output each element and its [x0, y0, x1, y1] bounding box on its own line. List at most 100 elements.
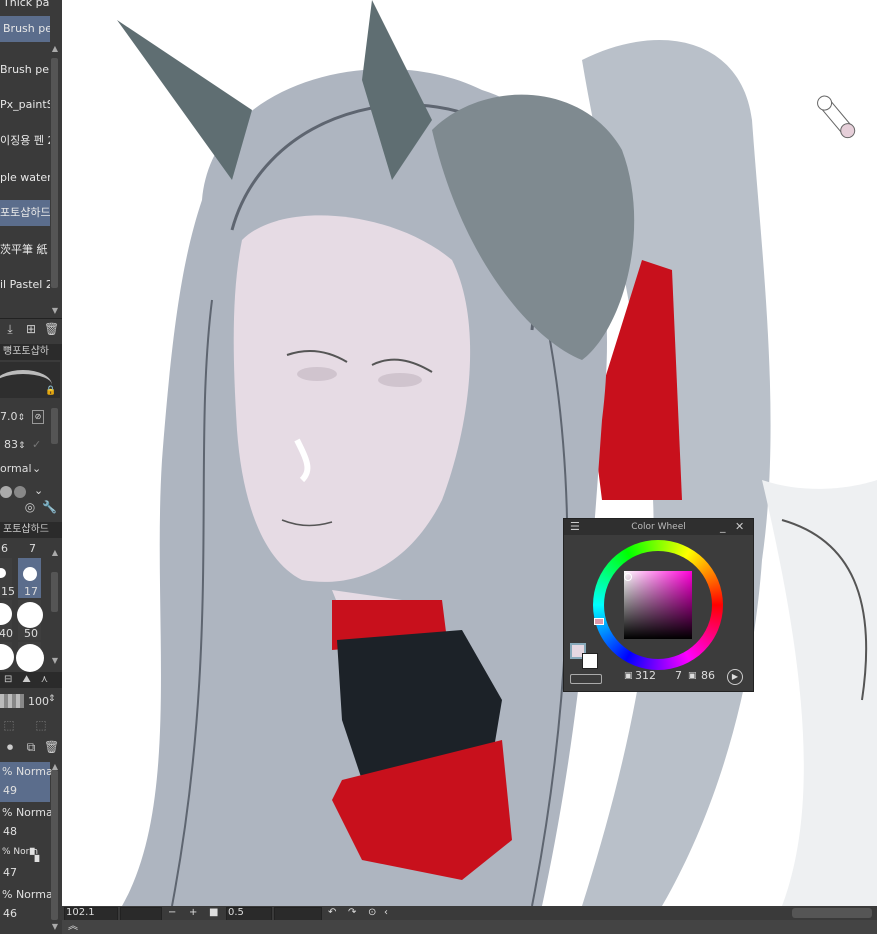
layer-blend-mode: % Normal	[2, 888, 56, 901]
saturation-value[interactable]: 7	[675, 669, 682, 683]
duplicate-icon[interactable]: ⤓	[3, 322, 17, 336]
sub-tool-scrollbar[interactable]	[51, 58, 58, 288]
layer-blend-mode: % Normal	[2, 765, 56, 778]
size-cell-17[interactable]: 17	[18, 558, 41, 598]
color-picker-marker[interactable]	[624, 573, 632, 581]
sub-tool-brush-pen-selected[interactable]: Brush pen	[0, 16, 50, 42]
layer-row[interactable]: % Normal 49	[0, 762, 56, 802]
layer-blend-mode: % Normal	[2, 806, 56, 819]
new-layer-icon[interactable]: ⏺	[3, 740, 17, 754]
layer-options-row: ⬚ ⬚	[0, 716, 60, 734]
lock-icon[interactable]: 🔒	[44, 384, 58, 398]
brush-size-value[interactable]: 7.0	[0, 410, 18, 423]
zoom-value[interactable]: 102.1	[66, 906, 95, 920]
sub-tool-px-paint[interactable]: Px_paintS	[0, 92, 50, 118]
sub-tool-label: 이징용 펜 2	[0, 134, 50, 147]
size-header-row: 6 7	[0, 542, 48, 558]
settings-icon[interactable]: ◎	[23, 500, 37, 514]
drawing-canvas[interactable]	[62, 0, 877, 906]
menu-icon[interactable]: ☰	[570, 519, 580, 535]
sub-tool-label: il Pastel 2	[0, 278, 50, 291]
pressure-icon[interactable]: ⊘	[32, 410, 44, 424]
rotate-right-icon[interactable]: ↷	[348, 906, 356, 920]
layer-opacity-value[interactable]: 100	[28, 695, 49, 708]
tool-property-header: 뼝포토샵하	[0, 344, 62, 360]
sub-tool-photoshop-hard[interactable]: 포토샵하드	[0, 200, 50, 226]
hsv-mode-icon[interactable]: ▣	[624, 669, 633, 683]
sub-tool-label: Brush pen	[0, 63, 50, 76]
close-icon[interactable]: ✕	[735, 519, 744, 535]
sub-tool-thick-paint[interactable]: Thick paint	[0, 0, 50, 16]
rotation-slider[interactable]	[274, 907, 322, 921]
left-panel: Thick paint Brush pen Brush pen Px_paint…	[0, 0, 62, 934]
saturation-value-square[interactable]	[624, 571, 692, 639]
size-cell-large[interactable]	[0, 642, 14, 670]
horizontal-scrollbar[interactable]	[792, 908, 872, 918]
rotate-left-icon[interactable]: ↶	[328, 906, 336, 920]
delete-layer-icon[interactable]: 🗑	[44, 740, 59, 754]
sub-tool-pastel[interactable]: il Pastel 2	[0, 272, 50, 298]
value-mode-icon: ▣	[688, 671, 697, 681]
layer-name: 49	[3, 784, 17, 797]
layer-buttons-row: ⏺ ⧉ 🗑	[0, 738, 60, 756]
size-cell-15[interactable]: 15	[0, 558, 15, 598]
reference-icon[interactable]: ⬚	[34, 718, 48, 732]
chevron-down-icon[interactable]: ⌄	[32, 460, 41, 478]
sub-tool-label: ple water	[0, 171, 50, 184]
opacity-slider[interactable]	[0, 694, 24, 708]
hue-value[interactable]: 312	[635, 669, 656, 683]
layer-name: 46	[3, 907, 17, 920]
brush-size-palette-header: 포토샵하드	[0, 522, 62, 538]
sub-tool-water[interactable]: ple water	[0, 165, 50, 191]
chevron-down-icon[interactable]: ⌄	[34, 484, 43, 497]
play-icon[interactable]: ▶	[727, 669, 743, 685]
fit-icon[interactable]: ■	[209, 906, 218, 920]
hue-marker[interactable]	[594, 618, 604, 625]
sub-tool-flat-brush[interactable]: 茨平筆 紙	[0, 237, 50, 263]
layer-row[interactable]: % Norm ▚ 47	[0, 844, 50, 884]
rotation-value[interactable]: 0.5	[228, 906, 244, 920]
pen-cursor-icon	[817, 95, 856, 139]
sub-tool-label: Brush pen	[3, 22, 50, 35]
sub-tool-label: Thick paint	[3, 0, 50, 9]
minimize-icon[interactable]: _	[720, 519, 726, 535]
transparent-color-icon[interactable]	[570, 674, 602, 684]
layer-row[interactable]: % Normal 46	[0, 885, 56, 925]
mask-icon: ▚	[30, 848, 40, 862]
zoom-out-icon[interactable]: −	[168, 906, 176, 920]
wrench-icon[interactable]: 🔧	[42, 500, 57, 514]
sub-tool-pen-2[interactable]: 이징용 펜 2	[0, 128, 50, 154]
sub-tool-label: 茨平筆 紙	[0, 243, 48, 256]
add-sub-tool-icon[interactable]: ⊞	[24, 322, 38, 336]
size-label: 6	[1, 542, 8, 555]
layer-row[interactable]: % Normal 48	[0, 803, 56, 843]
scroll-up-icon[interactable]: ▲	[50, 44, 60, 54]
value-value[interactable]: 86	[701, 669, 715, 683]
new-folder-icon[interactable]: ⧉	[24, 740, 38, 754]
layer-name: 47	[3, 866, 17, 879]
sub-tool-brush-pen[interactable]: Brush pen	[0, 57, 50, 83]
trash-icon[interactable]: 🗑	[44, 322, 59, 336]
scroll-down-icon[interactable]: ▼	[50, 306, 60, 316]
reset-rotation-icon[interactable]: ⊙	[368, 906, 376, 920]
clip-icon[interactable]: ⬚	[2, 718, 16, 732]
expand-icon[interactable]: ︽	[68, 920, 78, 934]
zoom-in-icon[interactable]: +	[189, 906, 197, 920]
bottom-strip: ︽	[62, 920, 877, 934]
brush-tip-row[interactable]: ⌄	[0, 484, 46, 498]
size-cell-40[interactable]: 40	[0, 600, 13, 640]
sub-color-swatch[interactable]	[582, 653, 598, 669]
blend-mode-row[interactable]: ormal ⌄	[0, 460, 62, 478]
brush-preview: 🔒	[0, 362, 60, 398]
flip-icon[interactable]: ‹	[384, 906, 388, 920]
opacity-value[interactable]: 83	[0, 438, 18, 451]
illustration	[117, 0, 877, 906]
status-bar: 102.1 − + ■ 0.5 ↶ ↷ ⊙ ‹	[62, 906, 877, 921]
zoom-slider[interactable]	[120, 907, 162, 921]
size-cell-50[interactable]: 50	[16, 600, 43, 640]
layer-name: 48	[3, 825, 17, 838]
blend-mode-value[interactable]: ormal	[0, 462, 32, 475]
layer-panel-tabs[interactable]: ⊟ ⛰ ⋏	[0, 672, 62, 688]
size-cell-large[interactable]	[15, 642, 44, 672]
sub-tool-label: Px_paintS	[0, 98, 50, 111]
